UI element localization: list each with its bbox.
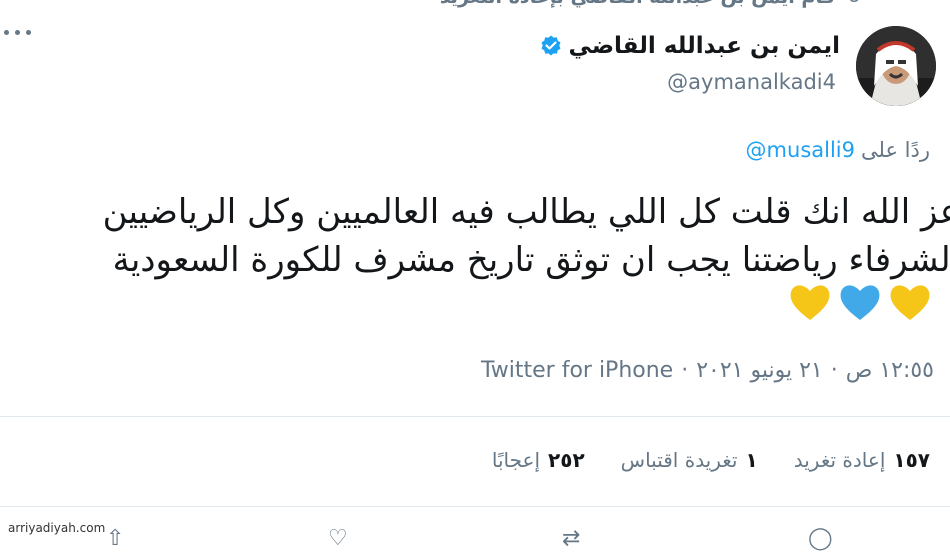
tweet-source[interactable]: Twitter for iPhone [481,358,673,383]
retweets-count: ١٥٧ [893,448,930,472]
likes-stat[interactable]: ٢٥٢ إعجابًا [492,448,585,472]
avatar[interactable] [856,26,936,106]
author-name-row[interactable]: ايمن بن عبدالله القاضي [539,33,840,59]
tweet-time[interactable]: ١٢:٥٥ ص [846,358,934,383]
yellow-heart-icon [790,285,830,320]
tweet-emojis [788,282,932,322]
tweet-meta: ١٢:٥٥ ص · ٢١ يونيو ٢٠٢١ · Twitter for iP… [481,358,934,383]
retweet-icon: ⟲ [845,0,860,8]
tweet-date[interactable]: ٢١ يونيو ٢٠٢١ [696,358,823,383]
replying-to-label: ردًا على [861,138,930,162]
likes-label: إعجابًا [491,448,541,472]
watermark: arriyadiyah.com [6,521,108,535]
replying-to-user-link[interactable]: @musalli9 [746,138,855,162]
verified-badge-icon [541,35,561,56]
meta-separator: · [830,358,838,383]
divider [0,506,950,507]
quote-tweets-stat[interactable]: ١ تغريدة اقتباس [621,448,758,472]
quote-tweets-count: ١ [745,448,758,472]
yellow-heart-icon [890,285,930,320]
more-options-icon[interactable] [4,30,31,35]
author-handle[interactable]: @aymanalkadi4 [667,70,836,94]
replying-to: ردًا على @musalli9 [746,138,930,162]
tweet-text: عز الله انك قلت كل اللي يطالب فيه العالم… [102,192,950,280]
author-display-name[interactable]: ايمن بن عبدالله القاضي [569,33,840,59]
retweets-label: إعادة تغريد [793,448,886,472]
divider [0,416,950,417]
blue-heart-icon [840,285,880,320]
retweet-header[interactable]: ⟲ قام ايمن بن عبدالله القاضي بإعادة التغ… [440,0,860,8]
quote-tweets-label: تغريدة اقتباس [620,448,738,472]
retweet-header-text: قام ايمن بن عبدالله القاضي بإعادة التغري… [440,0,835,8]
tweet-action-bar: ◯ ⇄ ♡ ⇧ [0,526,950,556]
likes-count: ٢٥٢ [548,448,585,472]
tweet-stats: ١٥٧ إعادة تغريد ١ تغريدة اقتباس ٢٥٢ إعجا… [492,448,930,472]
meta-separator: · [681,358,689,383]
retweets-stat[interactable]: ١٥٧ إعادة تغريد [794,448,930,472]
